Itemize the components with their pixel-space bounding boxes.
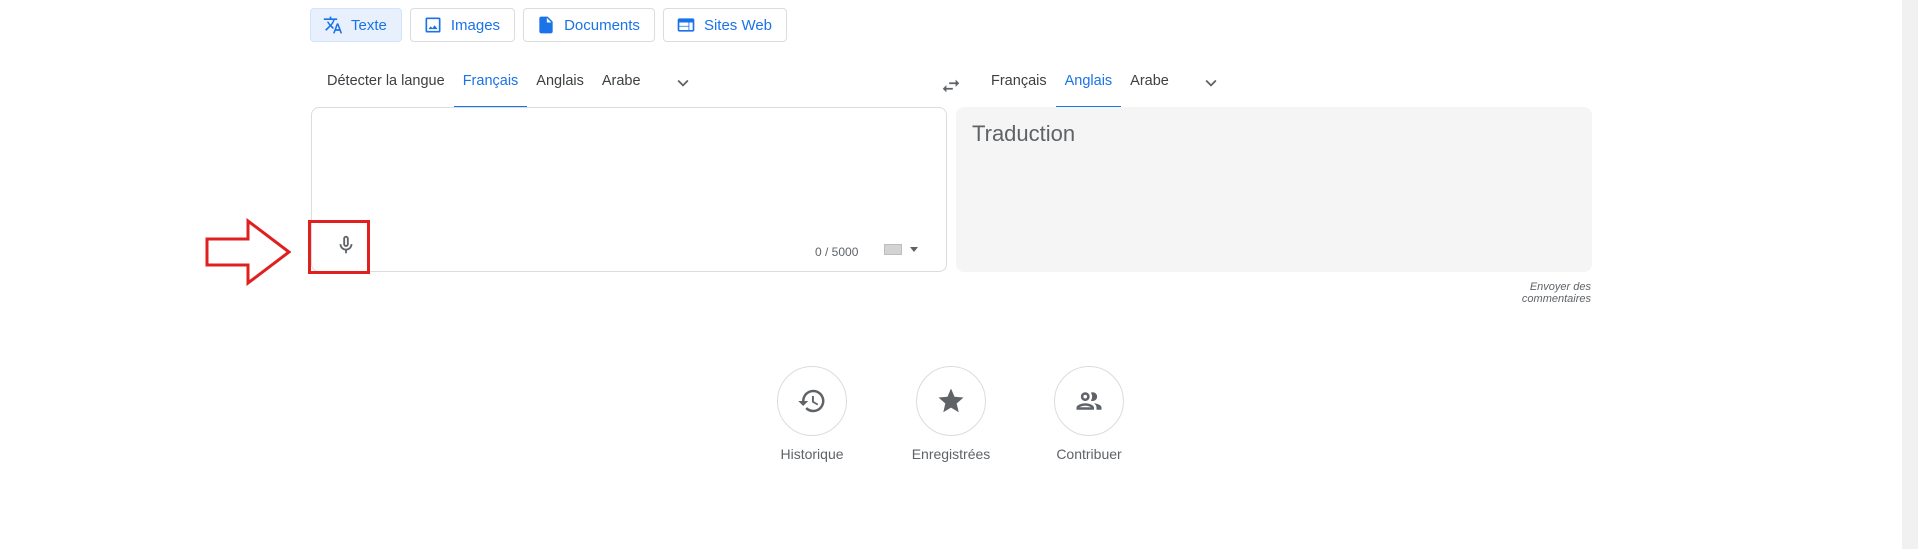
source-lang-detect[interactable]: Détecter la langue (318, 66, 454, 108)
character-counter: 0 / 5000 (815, 245, 859, 259)
history-icon (798, 389, 825, 413)
source-text-input[interactable] (330, 122, 924, 226)
source-lang-arabe[interactable]: Arabe (593, 66, 650, 108)
mode-tab-images[interactable]: Images (409, 8, 516, 42)
mode-tab-documents[interactable]: Documents (523, 8, 655, 42)
star-icon (938, 388, 964, 413)
swap-languages-button[interactable] (935, 70, 967, 102)
translate-icon (323, 16, 343, 34)
input-tools-button[interactable] (884, 244, 918, 255)
page-scrollbar[interactable] (1902, 0, 1918, 549)
translation-placeholder: Traduction (972, 121, 1076, 146)
source-lang-francais[interactable]: Français (453, 66, 528, 108)
contribute-circle (1054, 366, 1124, 436)
source-more-languages-button[interactable] (670, 70, 696, 96)
target-more-languages-button[interactable] (1198, 70, 1224, 96)
source-language-bar: Détecter la langue Français Anglais Arab… (318, 66, 696, 108)
chevron-down-icon (677, 79, 689, 87)
caret-down-icon (910, 247, 918, 252)
target-lang-francais[interactable]: Français (982, 66, 1056, 108)
target-lang-arabe[interactable]: Arabe (1121, 66, 1178, 108)
translation-output-panel: Traduction (956, 107, 1592, 272)
annotation-highlight-box (308, 220, 370, 274)
mode-tab-label: Texte (351, 16, 387, 34)
action-label: Contribuer (1056, 446, 1122, 462)
chevron-down-icon (1205, 79, 1217, 87)
mode-tab-label: Images (450, 16, 501, 34)
action-label: Historique (780, 446, 844, 462)
send-feedback-link[interactable]: Envoyer des commentaires (1459, 281, 1591, 305)
people-icon (1076, 392, 1102, 410)
swap-icon (942, 79, 960, 93)
annotation-arrow-icon (205, 218, 291, 286)
target-lang-anglais[interactable]: Anglais (1055, 66, 1122, 108)
mode-tab-text[interactable]: Texte (310, 8, 402, 42)
saved-button[interactable]: Enregistrées (891, 366, 1011, 462)
source-text-panel: 0 / 5000 (311, 107, 947, 272)
action-label: Enregistrées (911, 446, 991, 462)
history-button[interactable]: Historique (752, 366, 872, 462)
saved-circle (916, 366, 986, 436)
mode-tabs: Texte Images Documents Sites Web (310, 8, 788, 42)
image-icon (425, 17, 441, 33)
mode-tab-label: Sites Web (703, 16, 773, 34)
mode-tab-label: Documents (564, 16, 640, 34)
history-circle (777, 366, 847, 436)
keyboard-icon (884, 244, 902, 255)
web-icon (677, 18, 695, 32)
mode-tab-websites[interactable]: Sites Web (662, 8, 788, 42)
source-lang-anglais[interactable]: Anglais (527, 66, 593, 108)
target-language-bar: Français Anglais Arabe (982, 66, 1224, 108)
contribute-button[interactable]: Contribuer (1029, 366, 1149, 462)
document-icon (539, 16, 553, 34)
